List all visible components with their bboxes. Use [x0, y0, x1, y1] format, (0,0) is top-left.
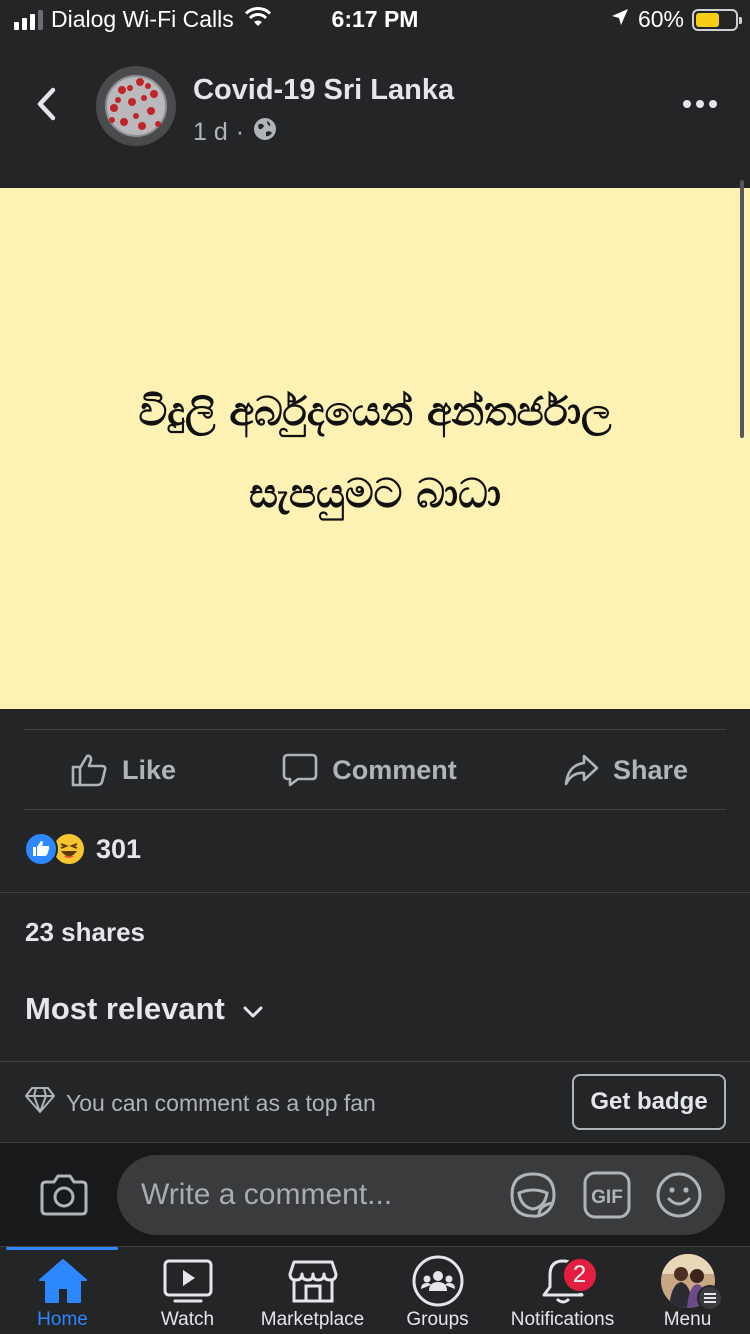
menu-hamburger-icon [696, 1285, 723, 1311]
notification-badge: 2 [561, 1257, 598, 1293]
facebook-post-screen: Dialog Wi-Fi Calls 6:17 PM 60% Covid-19 … [0, 0, 750, 1334]
gif-label: GIF [591, 1187, 623, 1208]
gif-icon[interactable]: GIF [583, 1171, 631, 1224]
reaction-count: 301 [96, 833, 142, 864]
tab-notifications[interactable]: 2 Notifications [500, 1255, 625, 1334]
battery-fill [696, 12, 719, 27]
battery-icon [692, 8, 742, 31]
divider [0, 892, 750, 893]
post-actions: Like Comment Share [24, 731, 726, 809]
marketplace-icon [288, 1255, 338, 1307]
tab-notifications-label: Notifications [510, 1309, 615, 1330]
post-text: විදුලි අර්බුදයෙන් අන්තර්ජාල සැපයුමට බාධා [138, 371, 611, 535]
tab-watch-label: Watch [160, 1309, 215, 1330]
divider [24, 809, 726, 810]
comment-composer: GIF [0, 1142, 750, 1246]
post-text-line-1: විදුලි අර්බුදයෙන් අන්තර්ජාල [138, 388, 612, 435]
post-meta: 1 d · [193, 116, 278, 149]
post-header: Covid-19 Sri Lanka 1 d · [0, 40, 750, 188]
top-fan-message: You can comment as a top fan [24, 1086, 376, 1120]
share-button[interactable]: Share [563, 753, 688, 787]
menu-icon-wrap [660, 1254, 723, 1311]
tab-home[interactable]: Home [0, 1255, 125, 1334]
tab-groups[interactable]: Groups [375, 1255, 500, 1334]
bottom-tab-bar: Home Watch Marketplace Groups 2 Notifica… [0, 1246, 750, 1334]
home-icon [38, 1255, 88, 1307]
post-text-line-2: සැපයුමට බාධා [249, 470, 501, 517]
comment-input[interactable] [141, 1155, 481, 1235]
comment-bubble-icon [282, 752, 318, 788]
location-arrow-icon [610, 7, 630, 32]
active-tab-indicator [6, 1247, 118, 1250]
post-time[interactable]: 1 d [193, 118, 228, 147]
like-label: Like [122, 754, 177, 785]
more-options-icon[interactable] [680, 92, 720, 116]
status-right: 60% [610, 6, 742, 33]
globe-icon [252, 116, 278, 149]
shares-count[interactable]: 23 shares [25, 917, 145, 948]
groups-icon [412, 1255, 464, 1307]
meta-separator: · [235, 118, 245, 146]
camera-icon[interactable] [40, 1172, 88, 1221]
emoji-icon[interactable] [655, 1171, 703, 1224]
like-button[interactable]: Like [70, 752, 176, 788]
get-badge-button[interactable]: Get badge [572, 1074, 726, 1130]
reactions-summary[interactable]: 301 [24, 832, 141, 866]
comment-label: Comment [332, 754, 457, 785]
tab-groups-label: Groups [406, 1309, 469, 1330]
tab-menu-label: Menu [663, 1309, 712, 1330]
status-bar: Dialog Wi-Fi Calls 6:17 PM 60% [0, 0, 750, 40]
tab-watch[interactable]: Watch [125, 1255, 250, 1334]
sticker-icon[interactable] [509, 1171, 557, 1224]
chevron-down-icon [243, 991, 263, 1027]
watch-icon [163, 1255, 213, 1307]
thumbs-up-icon [70, 752, 108, 788]
post-content[interactable]: විදුලි අර්බුදයෙන් අන්තර්ජාල සැපයුමට බාධා [0, 188, 750, 709]
share-arrow-icon [563, 753, 599, 787]
sort-label: Most relevant [25, 991, 225, 1026]
divider [24, 729, 726, 730]
page-name[interactable]: Covid-19 Sri Lanka [193, 74, 454, 107]
comment-sort-dropdown[interactable]: Most relevant [25, 991, 263, 1027]
back-chevron-icon[interactable] [28, 82, 64, 126]
top-fan-text: You can comment as a top fan [66, 1089, 376, 1116]
tab-marketplace[interactable]: Marketplace [250, 1255, 375, 1334]
comment-button[interactable]: Comment [282, 752, 457, 788]
battery-percentage: 60% [637, 6, 684, 32]
comment-box[interactable]: GIF [117, 1155, 725, 1235]
diamond-icon [24, 1086, 56, 1120]
tab-menu[interactable]: Menu [625, 1254, 750, 1334]
bell-icon: 2 [540, 1255, 598, 1307]
scroll-indicator [740, 180, 744, 438]
tab-home-label: Home [37, 1309, 88, 1330]
page-avatar[interactable] [96, 66, 176, 146]
top-fan-bar: You can comment as a top fan Get badge [0, 1061, 750, 1142]
share-label: Share [612, 754, 688, 785]
tab-marketplace-label: Marketplace [260, 1309, 365, 1330]
like-reaction-icon [24, 832, 58, 866]
